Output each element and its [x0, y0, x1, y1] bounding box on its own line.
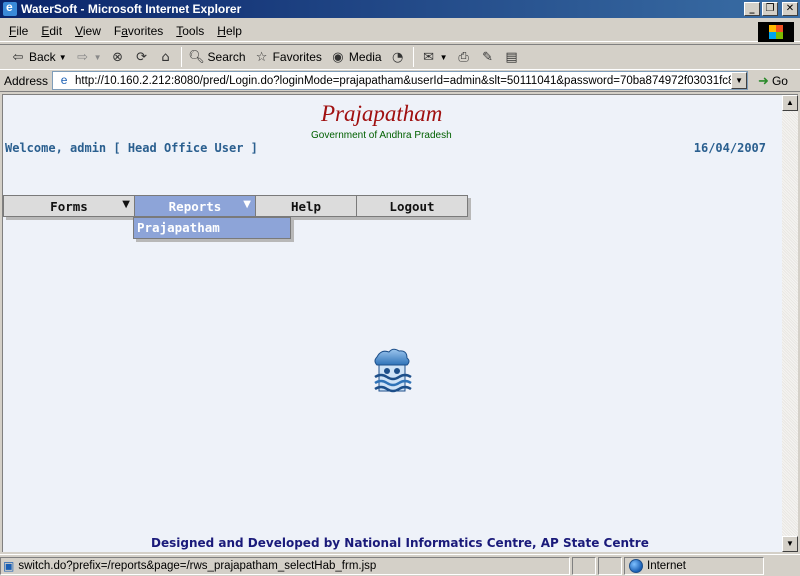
menu-file[interactable]: File [4, 24, 33, 38]
edit-button[interactable]: ✎ [476, 46, 500, 68]
address-bar: Address e http://10.160.2.212:8080/pred/… [0, 70, 800, 92]
nav-forms[interactable]: Forms ▼ [3, 195, 135, 217]
search-button[interactable]: 🔍︎ Search [185, 46, 250, 68]
media-icon: ◉ [332, 49, 344, 65]
status-text: switch.do?prefix=/reports&page=/rws_praj… [18, 559, 377, 572]
edit-icon: ✎ [482, 49, 493, 65]
reports-menu-item-prajapatham[interactable]: Prajapatham [133, 217, 291, 239]
scroll-up-button[interactable]: ▲ [782, 95, 798, 111]
menu-view[interactable]: View [70, 24, 106, 38]
refresh-button[interactable]: ⟳ [130, 46, 154, 68]
print-icon: ⎙ [458, 49, 469, 65]
window-controls: _ ❐ ✕ [744, 2, 798, 16]
minimize-button[interactable]: _ [744, 2, 760, 16]
discuss-button[interactable]: ▤ [500, 46, 524, 68]
status-bar: ▣ switch.do?prefix=/reports&page=/rws_pr… [0, 554, 800, 576]
status-text-panel: ▣ switch.do?prefix=/reports&page=/rws_pr… [0, 556, 570, 575]
print-button[interactable]: ⎙ [452, 46, 476, 68]
chevron-down-icon[interactable]: ▼ [59, 53, 67, 62]
standard-toolbar: ⇦ Back ▼ ⇨ ▼ ⊗ ⟳ ⌂ 🔍︎ Search ☆ Favorites… [0, 44, 800, 70]
vertical-scrollbar[interactable]: ▲ ▼ [782, 94, 798, 552]
favorites-icon: ☆ [255, 49, 268, 65]
home-icon: ⌂ [161, 49, 170, 65]
search-icon: 🔍︎ [188, 49, 205, 65]
forward-arrow-icon: ⇨ [77, 49, 89, 65]
internet-globe-icon [629, 558, 643, 573]
welcome-text: Welcome, admin [ Head Office User ] [5, 141, 258, 155]
maximize-button[interactable]: ❐ [762, 2, 778, 16]
history-button[interactable]: ◔ [386, 46, 410, 68]
nav-reports[interactable]: Reports ▼ [135, 195, 256, 217]
menu-edit[interactable]: Edit [36, 24, 67, 38]
page-icon: ▣ [3, 558, 15, 573]
close-button[interactable]: ✕ [782, 2, 798, 16]
chevron-down-icon: ▼ [243, 199, 251, 210]
mail-icon: ✉ [423, 49, 435, 65]
back-arrow-icon: ⇦ [12, 49, 24, 65]
menu-tools[interactable]: Tools [171, 24, 209, 38]
windows-logo-icon [758, 22, 794, 42]
main-nav: Forms ▼ Reports ▼ Help Logout [3, 195, 468, 217]
page-icon: e [60, 72, 68, 87]
site-brand-title: Prajapatham [321, 101, 443, 126]
menu-help[interactable]: Help [212, 24, 247, 38]
discuss-icon: ▤ [505, 49, 518, 65]
toolbar-separator [180, 47, 182, 67]
stop-icon: ⊗ [112, 49, 123, 65]
scroll-down-button[interactable]: ▼ [782, 536, 798, 552]
resize-grip[interactable] [766, 557, 800, 575]
status-panel [572, 556, 596, 575]
mail-button[interactable]: ✉ ▼ [417, 46, 452, 68]
menu-favorites[interactable]: Favorites [109, 24, 168, 38]
page-footer: Designed and Developed by National Infor… [151, 536, 649, 550]
go-arrow-icon: ➜ [758, 72, 769, 88]
home-button[interactable]: ⌂ [154, 46, 178, 68]
address-label: Address [4, 73, 49, 88]
address-input[interactable]: e http://10.160.2.212:8080/pred/Login.do… [52, 71, 749, 90]
chevron-down-icon[interactable]: ▼ [731, 72, 748, 89]
refresh-icon: ⟳ [136, 49, 147, 65]
address-url[interactable]: http://10.160.2.212:8080/pred/Login.do?l… [75, 75, 731, 87]
window-title: WaterSoft - Microsoft Internet Explorer [21, 2, 242, 16]
current-date: 16/04/2007 [693, 141, 766, 155]
go-button[interactable]: ➜ Go [758, 73, 788, 89]
security-zone: Internet [624, 556, 764, 575]
forward-button[interactable]: ⇨ ▼ [71, 46, 106, 68]
status-panel [598, 556, 622, 575]
ie-app-icon[interactable] [3, 0, 17, 16]
menu-bar: File Edit View Favorites Tools Help [0, 20, 800, 42]
water-logo-icon [374, 348, 412, 393]
back-button[interactable]: ⇦ Back ▼ [6, 46, 71, 68]
site-subtitle: Government of Andhra Pradesh [311, 130, 452, 141]
chevron-down-icon[interactable]: ▼ [440, 53, 448, 62]
chevron-down-icon: ▼ [122, 199, 130, 210]
toolbar-separator [412, 47, 414, 67]
history-icon: ◔ [391, 49, 404, 65]
media-button[interactable]: ◉ Media [326, 46, 386, 68]
nav-logout[interactable]: Logout [357, 195, 468, 217]
chevron-down-icon[interactable]: ▼ [94, 53, 102, 62]
favorites-button[interactable]: ☆ Favorites [250, 46, 326, 68]
stop-button[interactable]: ⊗ [106, 46, 130, 68]
title-bar: WaterSoft - Microsoft Internet Explorer … [0, 0, 800, 18]
page-content: Prajapatham Government of Andhra Pradesh… [2, 94, 782, 552]
nav-help[interactable]: Help [256, 195, 357, 217]
